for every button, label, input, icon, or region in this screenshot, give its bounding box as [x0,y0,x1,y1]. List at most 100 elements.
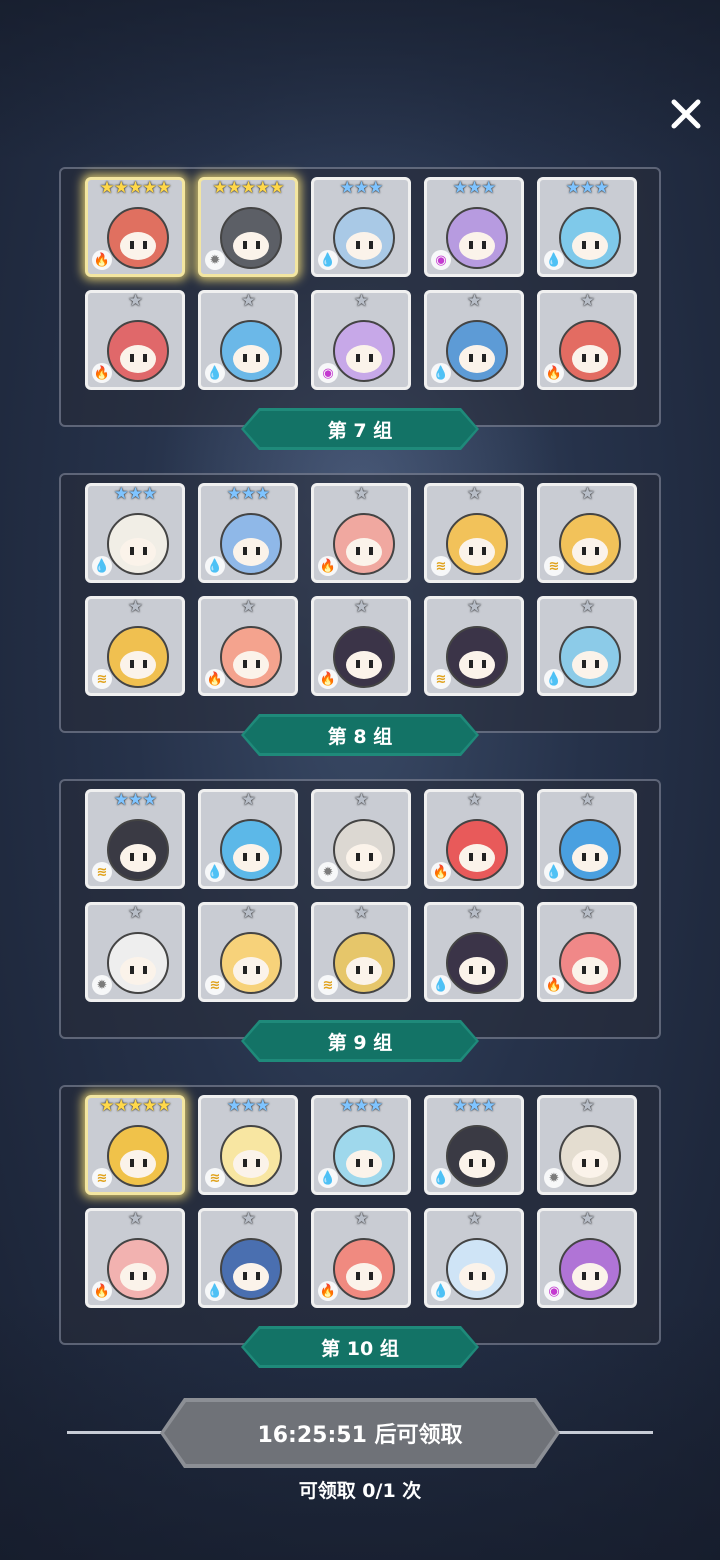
hero-card[interactable]: ★ ◉ [311,290,411,390]
hero-card[interactable]: ★★★ ≋ [85,789,185,889]
star-rating: ★ [579,903,595,923]
star-rating: ★ [579,597,595,617]
star-rating: ★★★★★ [99,178,171,198]
hero-portrait [107,626,169,688]
hero-card[interactable]: ★ 💧 [424,1208,524,1308]
hero-card[interactable]: ★★★ ◉ [424,177,524,277]
star-rating: ★ [353,903,369,923]
star-rating: ★★★ [113,790,158,810]
light-element-icon: ✹ [205,250,225,270]
water-element-icon: 💧 [544,669,564,689]
hero-card[interactable]: ★ ◉ [537,1208,637,1308]
hero-portrait [107,513,169,575]
hero-card[interactable]: ★ ≋ [424,483,524,583]
star-rating: ★ [466,1209,482,1229]
hero-card[interactable]: ★ 🔥 [424,789,524,889]
hero-card[interactable]: ★ 🔥 [311,596,411,696]
hero-card[interactable]: ★★★★★ ✹ [198,177,298,277]
hero-card[interactable]: ★★★ 💧 [311,1095,411,1195]
hero-portrait [559,1238,621,1300]
hero-card[interactable]: ★★★★★ ≋ [85,1095,185,1195]
star-rating: ★ [466,597,482,617]
star-rating: ★★★ [452,178,497,198]
hero-card[interactable]: ★ ✹ [311,789,411,889]
water-element-icon: 💧 [318,1168,338,1188]
hero-portrait [333,626,395,688]
group-label: 第 9 组 [241,1020,479,1062]
hero-portrait [446,207,508,269]
hero-card[interactable]: ★★★ 💧 [198,483,298,583]
hero-card[interactable]: ★ 🔥 [85,290,185,390]
hero-card[interactable]: ★★★ 💧 [537,177,637,277]
hero-card[interactable]: ★ 🔥 [537,902,637,1002]
star-rating: ★ [127,1209,143,1229]
hero-portrait [446,320,508,382]
hero-card[interactable]: ★ 💧 [198,789,298,889]
hero-card[interactable]: ★★★ ≋ [198,1095,298,1195]
hero-card[interactable]: ★ 💧 [198,1208,298,1308]
star-rating: ★ [240,1209,256,1229]
group-label-text: 第 10 组 [321,1337,399,1360]
claim-count-text: 可领取 0/1 次 [298,1480,422,1502]
hero-portrait [220,819,282,881]
hero-card[interactable]: ★ 💧 [198,290,298,390]
star-rating: ★ [240,291,256,311]
group-label: 第 8 组 [241,714,479,756]
close-button[interactable] [664,92,708,136]
hero-card[interactable]: ★ 🔥 [198,596,298,696]
dark-element-icon: ◉ [544,1281,564,1301]
star-rating: ★ [466,291,482,311]
star-rating: ★★★ [565,178,610,198]
hero-card[interactable]: ★ ≋ [198,902,298,1002]
hero-card[interactable]: ★★★ 💧 [311,177,411,277]
hero-card[interactable]: ★ ≋ [311,902,411,1002]
star-rating: ★★★ [452,1096,497,1116]
hero-card[interactable]: ★ ✹ [537,1095,637,1195]
star-rating: ★ [127,291,143,311]
hero-portrait [333,513,395,575]
hero-card[interactable]: ★ 🔥 [85,1208,185,1308]
hero-card[interactable]: ★ 💧 [424,290,524,390]
hero-card[interactable]: ★ 💧 [537,596,637,696]
water-element-icon: 💧 [205,363,225,383]
group-label-text: 第 8 组 [327,725,393,748]
hero-card[interactable]: ★ 💧 [424,902,524,1002]
wind-element-icon: ≋ [92,1168,112,1188]
fire-element-icon: 🔥 [318,556,338,576]
hero-card[interactable]: ★ 🔥 [311,1208,411,1308]
hero-card[interactable]: ★ 🔥 [537,290,637,390]
star-rating: ★ [127,597,143,617]
fire-element-icon: 🔥 [318,1281,338,1301]
hero-grid: ★★★ ≋ ★ 💧 ★ ✹ ★ 🔥 ★ 💧 ★ ✹ ★ ≋ ★ ≋ ★ 💧 ★ 🔥 [85,789,637,1002]
claim-button[interactable]: 16:25:51 后可领取 [160,1398,560,1468]
water-element-icon: 💧 [544,862,564,882]
group-label: 第 10 组 [241,1326,479,1368]
group-label-text: 第 9 组 [327,1031,393,1054]
star-rating: ★ [579,291,595,311]
hero-portrait [333,1238,395,1300]
hero-card[interactable]: ★★★★★ 🔥 [85,177,185,277]
star-rating: ★ [466,790,482,810]
hero-portrait [559,819,621,881]
group-panel: ★★★★★ ≋ ★★★ ≋ ★★★ 💧 ★★★ 💧 ★ ✹ ★ 🔥 ★ 💧 ★ 🔥 ★ 💧 ★ ◉ [59,1085,661,1345]
wind-element-icon: ≋ [318,975,338,995]
dark-element-icon: ◉ [318,363,338,383]
group-panel: ★★★★★ 🔥 ★★★★★ ✹ ★★★ 💧 ★★★ ◉ ★★★ 💧 ★ 🔥 ★ 💧 ★ ◉ ★ 💧 ★ 🔥 [59,167,661,427]
water-element-icon: 💧 [431,1168,451,1188]
star-rating: ★★★ [339,178,384,198]
hero-card[interactable]: ★★★ 💧 [85,483,185,583]
hero-portrait [107,1238,169,1300]
hero-card[interactable]: ★ ≋ [537,483,637,583]
hero-card[interactable]: ★ ≋ [424,596,524,696]
hero-card[interactable]: ★ ✹ [85,902,185,1002]
hero-portrait [220,513,282,575]
water-element-icon: 💧 [431,975,451,995]
divider-left [67,1431,162,1434]
fire-element-icon: 🔥 [431,862,451,882]
hero-card[interactable]: ★ 🔥 [311,483,411,583]
hero-card[interactable]: ★★★ 💧 [424,1095,524,1195]
star-rating: ★ [466,903,482,923]
hero-card[interactable]: ★ 💧 [537,789,637,889]
hero-card[interactable]: ★ ≋ [85,596,185,696]
close-icon [671,99,701,129]
